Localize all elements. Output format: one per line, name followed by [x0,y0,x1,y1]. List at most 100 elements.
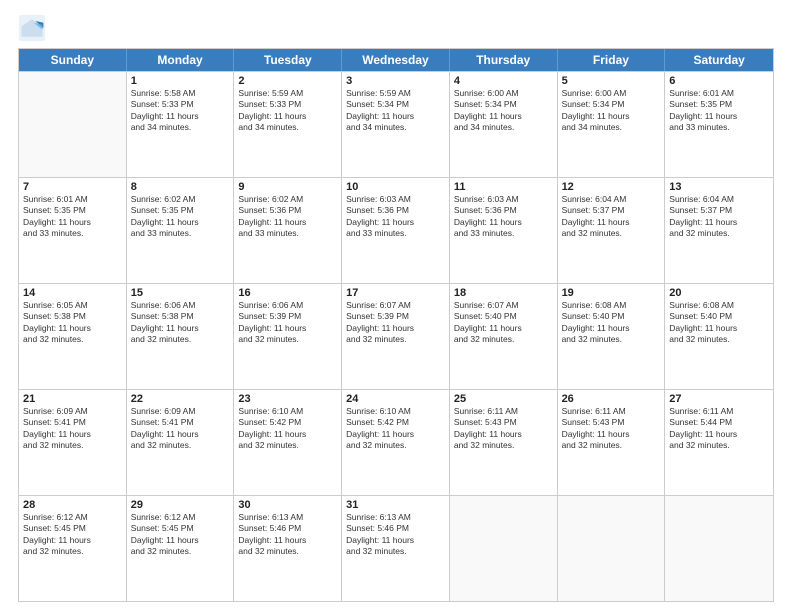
day-number: 9 [238,181,337,193]
day-number: 17 [346,287,445,299]
day-info: Sunrise: 6:01 AM Sunset: 5:35 PM Dayligh… [669,88,769,134]
calendar-day-17: 17Sunrise: 6:07 AM Sunset: 5:39 PM Dayli… [342,284,450,389]
header-day-thursday: Thursday [450,49,558,71]
header-day-saturday: Saturday [665,49,773,71]
day-number: 26 [562,393,661,405]
calendar-day-14: 14Sunrise: 6:05 AM Sunset: 5:38 PM Dayli… [19,284,127,389]
calendar-day-5: 5Sunrise: 6:00 AM Sunset: 5:34 PM Daylig… [558,72,666,177]
day-number: 27 [669,393,769,405]
calendar-week-3: 14Sunrise: 6:05 AM Sunset: 5:38 PM Dayli… [19,283,773,389]
day-info: Sunrise: 6:02 AM Sunset: 5:36 PM Dayligh… [238,194,337,240]
calendar: SundayMondayTuesdayWednesdayThursdayFrid… [18,48,774,602]
header-day-monday: Monday [127,49,235,71]
day-info: Sunrise: 6:13 AM Sunset: 5:46 PM Dayligh… [238,512,337,558]
calendar-day-29: 29Sunrise: 6:12 AM Sunset: 5:45 PM Dayli… [127,496,235,601]
day-info: Sunrise: 6:07 AM Sunset: 5:39 PM Dayligh… [346,300,445,346]
day-info: Sunrise: 6:00 AM Sunset: 5:34 PM Dayligh… [454,88,553,134]
day-info: Sunrise: 5:59 AM Sunset: 5:33 PM Dayligh… [238,88,337,134]
calendar-body: 1Sunrise: 5:58 AM Sunset: 5:33 PM Daylig… [19,71,773,601]
header-day-wednesday: Wednesday [342,49,450,71]
day-info: Sunrise: 6:13 AM Sunset: 5:46 PM Dayligh… [346,512,445,558]
calendar-day-28: 28Sunrise: 6:12 AM Sunset: 5:45 PM Dayli… [19,496,127,601]
day-number: 5 [562,75,661,87]
day-number: 11 [454,181,553,193]
calendar-day-30: 30Sunrise: 6:13 AM Sunset: 5:46 PM Dayli… [234,496,342,601]
calendar-day-31: 31Sunrise: 6:13 AM Sunset: 5:46 PM Dayli… [342,496,450,601]
day-number: 20 [669,287,769,299]
calendar-day-16: 16Sunrise: 6:06 AM Sunset: 5:39 PM Dayli… [234,284,342,389]
calendar-day-7: 7Sunrise: 6:01 AM Sunset: 5:35 PM Daylig… [19,178,127,283]
day-info: Sunrise: 6:03 AM Sunset: 5:36 PM Dayligh… [346,194,445,240]
day-info: Sunrise: 5:59 AM Sunset: 5:34 PM Dayligh… [346,88,445,134]
day-number: 3 [346,75,445,87]
page: SundayMondayTuesdayWednesdayThursdayFrid… [0,0,792,612]
header-day-friday: Friday [558,49,666,71]
day-number: 12 [562,181,661,193]
calendar-day-8: 8Sunrise: 6:02 AM Sunset: 5:35 PM Daylig… [127,178,235,283]
calendar-day-2: 2Sunrise: 5:59 AM Sunset: 5:33 PM Daylig… [234,72,342,177]
day-info: Sunrise: 6:06 AM Sunset: 5:38 PM Dayligh… [131,300,230,346]
day-number: 18 [454,287,553,299]
day-info: Sunrise: 6:12 AM Sunset: 5:45 PM Dayligh… [23,512,122,558]
calendar-day-9: 9Sunrise: 6:02 AM Sunset: 5:36 PM Daylig… [234,178,342,283]
day-number: 14 [23,287,122,299]
calendar-day-27: 27Sunrise: 6:11 AM Sunset: 5:44 PM Dayli… [665,390,773,495]
day-number: 16 [238,287,337,299]
day-info: Sunrise: 6:04 AM Sunset: 5:37 PM Dayligh… [669,194,769,240]
calendar-week-2: 7Sunrise: 6:01 AM Sunset: 5:35 PM Daylig… [19,177,773,283]
day-info: Sunrise: 6:09 AM Sunset: 5:41 PM Dayligh… [131,406,230,452]
calendar-day-10: 10Sunrise: 6:03 AM Sunset: 5:36 PM Dayli… [342,178,450,283]
calendar-day-21: 21Sunrise: 6:09 AM Sunset: 5:41 PM Dayli… [19,390,127,495]
calendar-day-20: 20Sunrise: 6:08 AM Sunset: 5:40 PM Dayli… [665,284,773,389]
calendar-day-13: 13Sunrise: 6:04 AM Sunset: 5:37 PM Dayli… [665,178,773,283]
day-info: Sunrise: 6:08 AM Sunset: 5:40 PM Dayligh… [669,300,769,346]
day-info: Sunrise: 6:01 AM Sunset: 5:35 PM Dayligh… [23,194,122,240]
day-number: 4 [454,75,553,87]
day-info: Sunrise: 6:02 AM Sunset: 5:35 PM Dayligh… [131,194,230,240]
calendar-day-empty-4-5 [558,496,666,601]
day-number: 22 [131,393,230,405]
calendar-day-22: 22Sunrise: 6:09 AM Sunset: 5:41 PM Dayli… [127,390,235,495]
calendar-day-26: 26Sunrise: 6:11 AM Sunset: 5:43 PM Dayli… [558,390,666,495]
day-info: Sunrise: 6:03 AM Sunset: 5:36 PM Dayligh… [454,194,553,240]
day-number: 28 [23,499,122,511]
day-number: 2 [238,75,337,87]
day-info: Sunrise: 6:10 AM Sunset: 5:42 PM Dayligh… [238,406,337,452]
day-info: Sunrise: 6:07 AM Sunset: 5:40 PM Dayligh… [454,300,553,346]
day-info: Sunrise: 5:58 AM Sunset: 5:33 PM Dayligh… [131,88,230,134]
calendar-header-row: SundayMondayTuesdayWednesdayThursdayFrid… [19,49,773,71]
day-info: Sunrise: 6:09 AM Sunset: 5:41 PM Dayligh… [23,406,122,452]
day-number: 19 [562,287,661,299]
header-day-sunday: Sunday [19,49,127,71]
day-info: Sunrise: 6:08 AM Sunset: 5:40 PM Dayligh… [562,300,661,346]
day-number: 25 [454,393,553,405]
day-info: Sunrise: 6:04 AM Sunset: 5:37 PM Dayligh… [562,194,661,240]
day-info: Sunrise: 6:11 AM Sunset: 5:44 PM Dayligh… [669,406,769,452]
calendar-day-15: 15Sunrise: 6:06 AM Sunset: 5:38 PM Dayli… [127,284,235,389]
calendar-day-4: 4Sunrise: 6:00 AM Sunset: 5:34 PM Daylig… [450,72,558,177]
calendar-week-1: 1Sunrise: 5:58 AM Sunset: 5:33 PM Daylig… [19,71,773,177]
calendar-day-6: 6Sunrise: 6:01 AM Sunset: 5:35 PM Daylig… [665,72,773,177]
calendar-day-empty-4-4 [450,496,558,601]
day-number: 8 [131,181,230,193]
day-info: Sunrise: 6:11 AM Sunset: 5:43 PM Dayligh… [562,406,661,452]
day-info: Sunrise: 6:11 AM Sunset: 5:43 PM Dayligh… [454,406,553,452]
day-info: Sunrise: 6:06 AM Sunset: 5:39 PM Dayligh… [238,300,337,346]
calendar-day-12: 12Sunrise: 6:04 AM Sunset: 5:37 PM Dayli… [558,178,666,283]
calendar-day-1: 1Sunrise: 5:58 AM Sunset: 5:33 PM Daylig… [127,72,235,177]
logo-icon [18,14,46,42]
day-number: 29 [131,499,230,511]
calendar-day-empty-4-6 [665,496,773,601]
day-number: 13 [669,181,769,193]
day-number: 1 [131,75,230,87]
day-number: 7 [23,181,122,193]
calendar-day-19: 19Sunrise: 6:08 AM Sunset: 5:40 PM Dayli… [558,284,666,389]
day-info: Sunrise: 6:10 AM Sunset: 5:42 PM Dayligh… [346,406,445,452]
day-number: 21 [23,393,122,405]
calendar-day-24: 24Sunrise: 6:10 AM Sunset: 5:42 PM Dayli… [342,390,450,495]
calendar-day-18: 18Sunrise: 6:07 AM Sunset: 5:40 PM Dayli… [450,284,558,389]
calendar-day-3: 3Sunrise: 5:59 AM Sunset: 5:34 PM Daylig… [342,72,450,177]
calendar-day-23: 23Sunrise: 6:10 AM Sunset: 5:42 PM Dayli… [234,390,342,495]
day-info: Sunrise: 6:00 AM Sunset: 5:34 PM Dayligh… [562,88,661,134]
day-number: 24 [346,393,445,405]
